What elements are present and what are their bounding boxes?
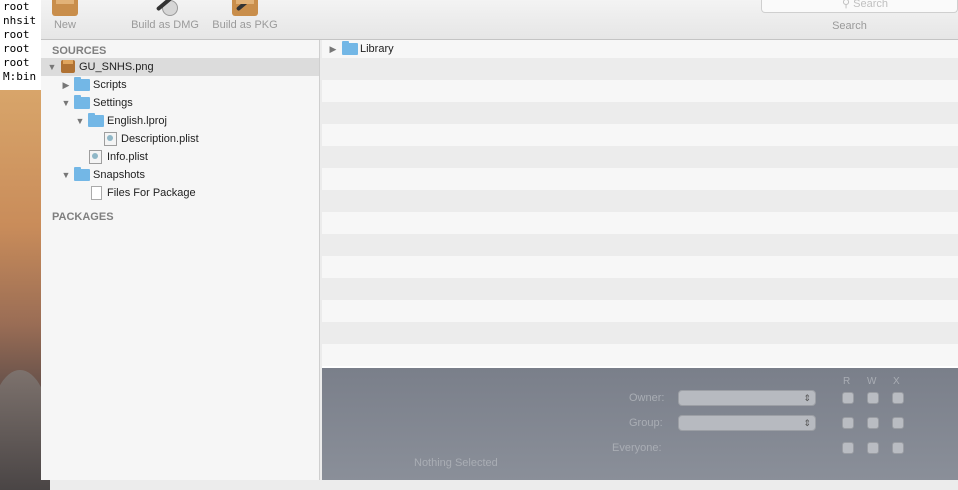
build-dmg-label: Build as DMG [131, 19, 199, 31]
plist-icon [104, 132, 117, 146]
sidebar-item-label: Snapshots [93, 169, 145, 181]
sidebar-item-label: Info.plist [107, 151, 148, 163]
permissions-inspector: R W X Owner: ⇕ Group: ⇕ Everyone: Nothin… [322, 368, 958, 480]
list-item-label: Library [360, 43, 394, 55]
folder-icon [74, 167, 90, 181]
list-stripe [322, 344, 958, 366]
terminal-line: nhsit [3, 14, 37, 27]
sidebar-item-snapshots[interactable]: ▼ Snapshots [41, 166, 319, 184]
sidebar-item-description-plist[interactable]: Description.plist [41, 130, 319, 148]
list-stripe [322, 234, 958, 256]
chevron-updown-icon: ⇕ [803, 418, 811, 428]
sidebar-item-label: Settings [93, 97, 133, 109]
folder-icon [74, 95, 90, 109]
sources-header: SOURCES [52, 45, 107, 57]
folder-icon [342, 41, 358, 55]
document-icon [91, 186, 102, 200]
toolbar: New Build as DMG Build as PKG ⚲ Search S… [41, 0, 958, 40]
list-stripe [322, 212, 958, 234]
sidebar-item-scripts[interactable]: ▶ Scripts [41, 76, 319, 94]
search-input[interactable]: ⚲ Search [761, 0, 958, 13]
sidebar-item-settings[interactable]: ▼ Settings [41, 94, 319, 112]
file-list[interactable]: ▶ Library [322, 40, 958, 368]
list-stripe [322, 124, 958, 146]
execute-column-header: X [893, 376, 900, 387]
list-stripe [322, 146, 958, 168]
sidebar-item-files-for-package[interactable]: Files For Package [41, 184, 319, 202]
terminal-line: root [3, 28, 30, 41]
build-pkg-label: Build as PKG [212, 19, 278, 31]
wand-package-icon [232, 0, 258, 16]
terminal-line: root [3, 0, 30, 13]
terminal-line: root [3, 56, 30, 69]
terminal-line: M:bin [3, 70, 37, 83]
list-stripe [322, 102, 958, 124]
owner-read-checkbox[interactable] [842, 392, 854, 404]
build-pkg-button[interactable]: Build as PKG [207, 0, 283, 32]
wand-disk-icon [152, 0, 178, 16]
group-execute-checkbox[interactable] [892, 417, 904, 429]
package-icon [52, 0, 78, 16]
read-column-header: R [843, 376, 851, 387]
search-area: ⚲ Search Search [761, 0, 958, 32]
everyone-execute-checkbox[interactable] [892, 442, 904, 454]
disclosure-triangle-icon[interactable]: ▼ [75, 112, 85, 130]
group-popup[interactable]: ⇕ [678, 415, 816, 431]
folder-icon [74, 77, 90, 91]
new-button[interactable]: New [51, 0, 79, 32]
new-button-label: New [53, 19, 76, 31]
list-stripe [322, 190, 958, 212]
disclosure-triangle-icon[interactable]: ▼ [61, 166, 71, 184]
sidebar-item-english-lproj[interactable]: ▼ English.lproj [41, 112, 319, 130]
owner-execute-checkbox[interactable] [892, 392, 904, 404]
desktop-background [0, 90, 50, 490]
disclosure-triangle-icon[interactable]: ▼ [61, 94, 71, 112]
terminal-line: root [3, 42, 30, 55]
group-label: Group: [629, 417, 663, 429]
build-dmg-button[interactable]: Build as DMG [127, 0, 203, 32]
sidebar-item-info-plist[interactable]: Info.plist [41, 148, 319, 166]
search-icon: ⚲ [842, 0, 854, 10]
everyone-read-checkbox[interactable] [842, 442, 854, 454]
disclosure-triangle-icon[interactable]: ▼ [47, 58, 57, 76]
sidebar-item-label: Scripts [93, 79, 127, 91]
list-item-library[interactable]: ▶ Library [322, 40, 958, 58]
list-stripe [322, 168, 958, 190]
owner-write-checkbox[interactable] [867, 392, 879, 404]
everyone-label: Everyone: [612, 442, 662, 454]
write-column-header: W [867, 376, 877, 387]
list-stripe [322, 300, 958, 322]
disclosure-triangle-icon[interactable]: ▶ [61, 76, 71, 94]
sidebar: SOURCES ▼ GU_SNHS.png ▶ Scripts ▼ Settin… [41, 40, 320, 480]
sidebar-item-gu-snhs[interactable]: ▼ GU_SNHS.png [41, 58, 319, 76]
chevron-updown-icon: ⇕ [803, 393, 811, 403]
sidebar-item-label: GU_SNHS.png [79, 61, 154, 73]
everyone-write-checkbox[interactable] [867, 442, 879, 454]
search-label: Search [832, 20, 867, 32]
plist-icon [89, 150, 102, 164]
list-stripe [322, 278, 958, 300]
list-stripe [322, 322, 958, 344]
nothing-selected-text: Nothing Selected [414, 457, 498, 469]
search-placeholder: Search [853, 0, 888, 10]
group-write-checkbox[interactable] [867, 417, 879, 429]
list-stripe [322, 58, 958, 80]
list-stripe [322, 256, 958, 278]
list-stripe [322, 80, 958, 102]
sidebar-item-label: English.lproj [107, 115, 167, 127]
package-icon [61, 60, 75, 73]
owner-label: Owner: [629, 392, 665, 404]
packages-header: PACKAGES [52, 211, 114, 223]
terminal-window-fragment: root nhsit root root root M:bin [0, 0, 41, 90]
sidebar-item-label: Files For Package [107, 187, 196, 199]
owner-popup[interactable]: ⇕ [678, 390, 816, 406]
group-read-checkbox[interactable] [842, 417, 854, 429]
disclosure-triangle-icon[interactable]: ▶ [328, 40, 338, 58]
sidebar-item-label: Description.plist [121, 133, 199, 145]
folder-icon [88, 113, 104, 127]
